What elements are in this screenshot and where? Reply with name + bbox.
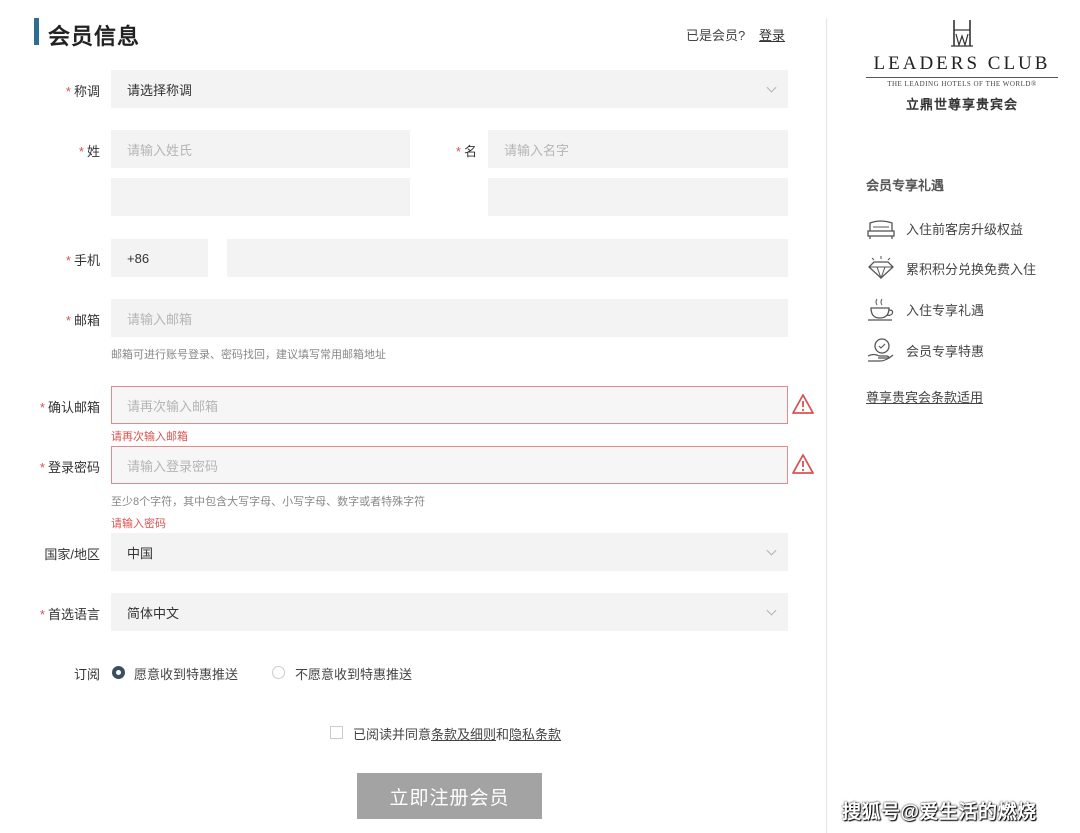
surname-input[interactable]: 请输入姓氏: [111, 130, 410, 168]
country-select[interactable]: 中国: [111, 533, 788, 571]
benefit-item: 入住专享礼遇: [866, 296, 984, 322]
phone-label: * 手机: [65, 253, 100, 268]
warning-icon: [792, 454, 814, 474]
given-name-label: * 名: [455, 144, 477, 159]
email-label: * 邮箱: [65, 313, 100, 328]
benefit-item: 入住前客房升级权益: [866, 215, 1023, 241]
password-hint: 至少8个字符，其中包含大写字母、小写字母、数字或者特殊字符: [111, 496, 426, 508]
surname-secondary-input[interactable]: [111, 178, 410, 216]
salutation-select[interactable]: 请选择称调: [111, 70, 788, 108]
country-code-select[interactable]: +86: [111, 239, 208, 277]
panel-divider: [826, 18, 827, 833]
surname-label: * 姓: [78, 144, 100, 159]
language-select[interactable]: 简体中文: [111, 593, 788, 631]
watermark: 搜狐号@爱生活的燃烧: [842, 802, 1037, 823]
password-error: 请输入密码: [111, 518, 166, 530]
country-value: 中国: [127, 545, 154, 561]
email-input[interactable]: 请输入邮箱: [111, 299, 788, 337]
bed-icon: [867, 220, 895, 239]
country-label: 国家/地区: [44, 547, 100, 562]
member-question: 已是会员?: [686, 28, 746, 43]
benefit-item: 会员专享特惠: [866, 337, 984, 363]
chevron-down-icon: [766, 545, 777, 556]
given-name-input[interactable]: 请输入名字: [488, 130, 788, 168]
confirm-email-input[interactable]: 请再次输入邮箱: [111, 386, 788, 424]
phone-input[interactable]: [227, 239, 788, 277]
language-label: * 首选语言: [39, 607, 100, 622]
privacy-link[interactable]: 隐私条款: [509, 727, 561, 742]
chevron-down-icon: [766, 605, 777, 616]
lhw-logo-icon: [951, 20, 973, 48]
brand-name: LEADERS CLUB: [873, 53, 1051, 74]
subscribe-yes-radio[interactable]: [112, 666, 125, 679]
password-input[interactable]: 请输入登录密码: [111, 446, 788, 484]
page-title: 会员信息: [48, 24, 141, 49]
confirm-email-label: * 确认邮箱: [39, 400, 100, 415]
chevron-down-icon: [766, 82, 777, 93]
diamond-icon: [868, 256, 894, 280]
benefit-item: 累积积分兑换免费入住: [866, 255, 1036, 281]
subscribe-no-label[interactable]: 不愿意收到特惠推送: [295, 664, 412, 683]
title-accent-bar: [34, 18, 39, 45]
warning-icon: [792, 394, 814, 414]
terms-link[interactable]: 条款及细则: [431, 727, 496, 742]
agree-checkbox[interactable]: [330, 726, 343, 739]
subscribe-yes-label[interactable]: 愿意收到特惠推送: [134, 664, 238, 683]
brand-divider: [866, 77, 1058, 78]
agreement-text: 已阅读并同意条款及细则和隐私条款: [353, 727, 562, 742]
member-hand-icon: [867, 338, 894, 362]
email-hint: 邮箱可进行账号登录、密码找回，建议填写常用邮箱地址: [111, 349, 386, 361]
brand-chinese-name: 立鼎世尊享贵宾会: [905, 97, 1018, 112]
salutation-value: 请选择称调: [127, 82, 193, 98]
given-name-secondary-input[interactable]: [488, 178, 788, 216]
subscribe-no-radio[interactable]: [272, 666, 285, 679]
benefits-title: 会员专享礼遇: [866, 178, 945, 193]
register-button[interactable]: 立即注册会员: [357, 773, 542, 819]
coffee-cup-icon: [868, 298, 894, 321]
language-value: 简体中文: [127, 605, 180, 621]
login-link[interactable]: 登录: [759, 25, 785, 44]
confirm-email-error: 请再次输入邮箱: [111, 431, 188, 443]
password-label: * 登录密码: [39, 460, 100, 475]
subscribe-label: 订阅: [73, 667, 100, 682]
salutation-label: * 称调: [65, 84, 100, 99]
brand-tagline: THE LEADING HOTELS OF THE WORLD®: [887, 80, 1037, 88]
club-terms-link[interactable]: 尊享贵宾会条款适用: [866, 387, 983, 406]
